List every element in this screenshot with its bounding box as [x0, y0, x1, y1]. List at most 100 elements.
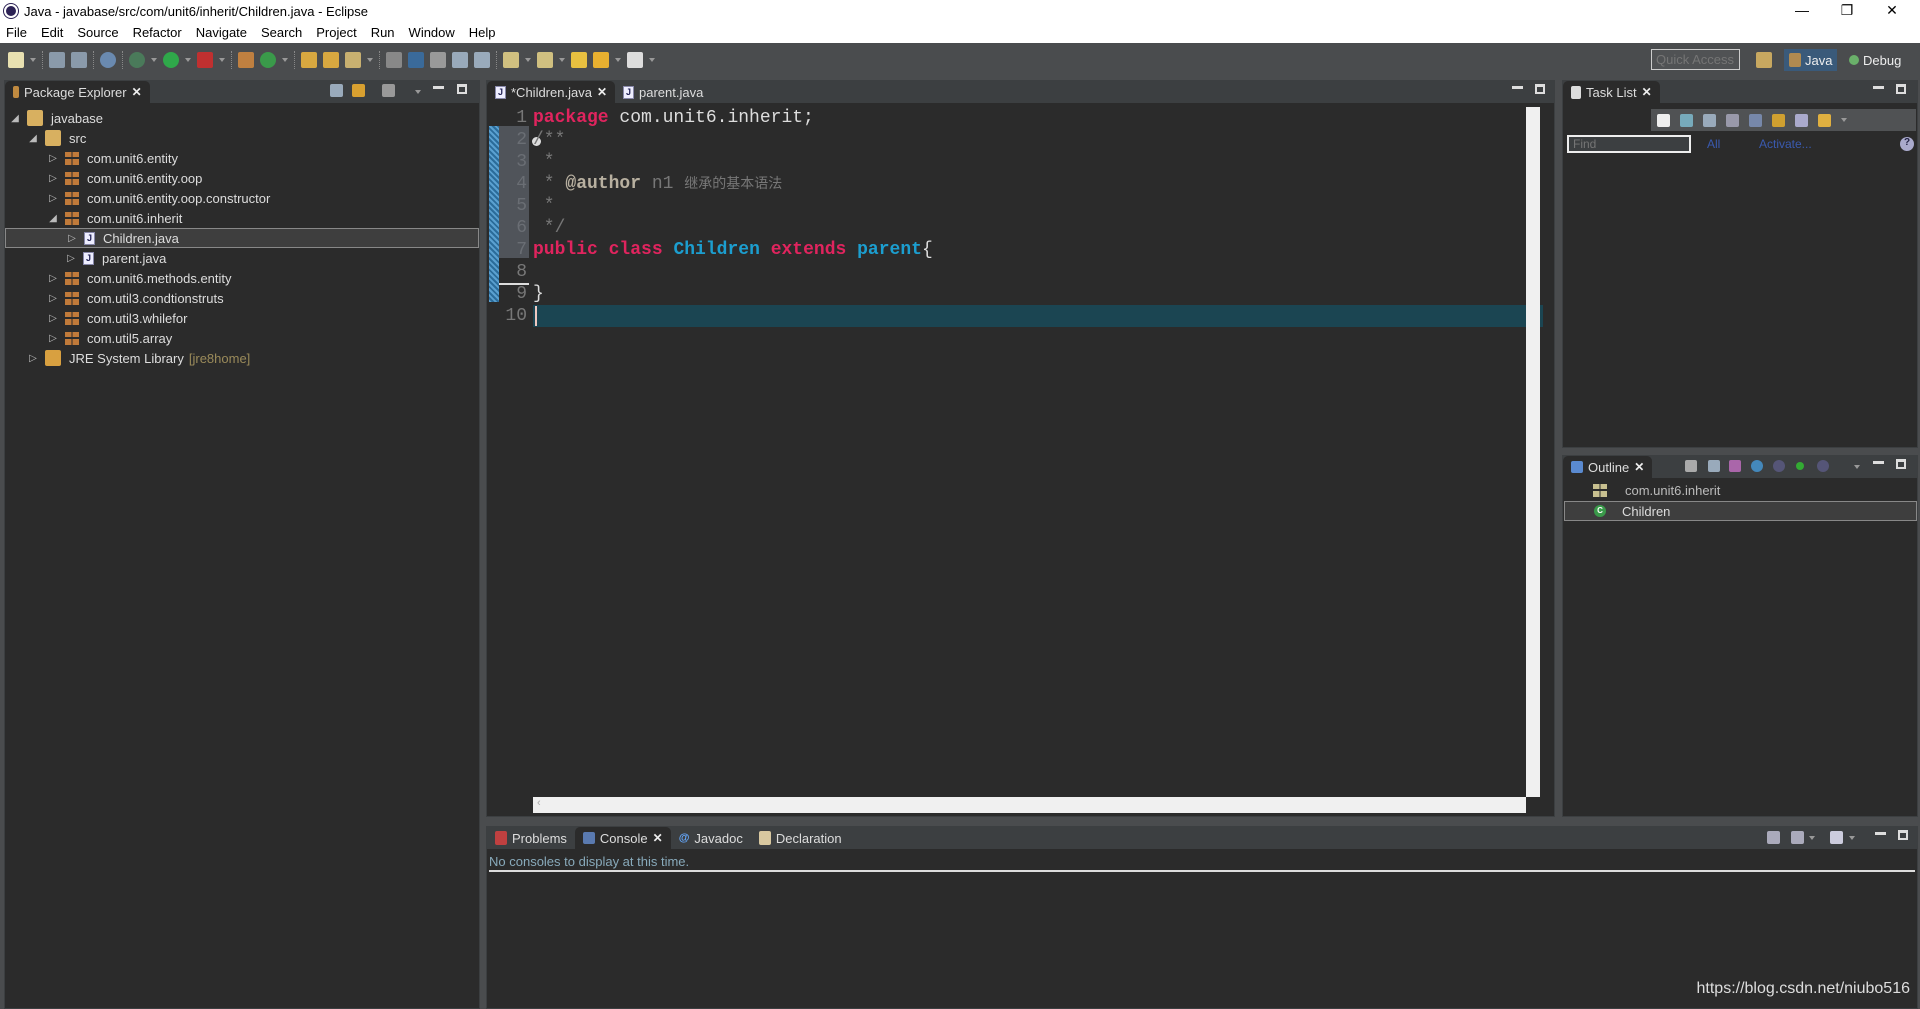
run-dropdown-icon[interactable]	[185, 57, 191, 62]
tab-javadoc[interactable]: @ Javadoc	[671, 827, 751, 849]
expand-icon[interactable]: ▷	[47, 193, 59, 204]
tab-console[interactable]: Console ✕	[574, 827, 671, 849]
open-type-icon[interactable]	[301, 51, 317, 68]
expand-icon[interactable]: ▷	[47, 293, 59, 304]
focus-icon[interactable]	[1685, 460, 1697, 472]
expand-icon[interactable]: ▷	[65, 253, 77, 264]
mark-occurrences-icon[interactable]	[408, 51, 424, 68]
view-menu-icon[interactable]	[1841, 118, 1847, 122]
maximize-icon[interactable]	[1535, 84, 1545, 94]
tab-children-java[interactable]: J *Children.java ✕	[487, 81, 615, 103]
restore-button[interactable]: ❐	[1825, 0, 1869, 22]
maximize-icon[interactable]	[1896, 459, 1906, 469]
collapse-all-icon[interactable]	[330, 84, 343, 97]
close-icon[interactable]: ✕	[597, 85, 607, 99]
new-class-dropdown-icon[interactable]	[282, 57, 288, 62]
collapse-icon[interactable]: ◢	[27, 133, 39, 144]
toggle-breadcrumb-icon[interactable]	[386, 51, 402, 68]
tree-item[interactable]: ▷ com.unit6.entity.oop	[5, 168, 479, 188]
menu-edit[interactable]: Edit	[41, 25, 63, 40]
code-editor[interactable]: 1 package com.unit6.inherit; 2 /** 3 * 4 * @a…	[487, 107, 1527, 797]
skip-breakpoints-icon[interactable]	[100, 51, 116, 68]
new-java-class-icon[interactable]	[260, 51, 276, 68]
open-console-dropdown-icon[interactable]	[1849, 836, 1855, 840]
minimize-icon[interactable]	[433, 86, 444, 89]
maximize-icon[interactable]	[1896, 84, 1906, 94]
focus-on-workweek-icon[interactable]	[1772, 113, 1785, 127]
synchronize-icon[interactable]	[1726, 113, 1739, 127]
new-java-package-icon[interactable]	[238, 51, 254, 68]
minimize-icon[interactable]	[1512, 86, 1523, 89]
expand-icon[interactable]: ▷	[27, 353, 39, 364]
tree-item[interactable]: ▷ JRE System Library [jre8home]	[5, 348, 479, 368]
next-annotation-dropdown-icon[interactable]	[525, 57, 531, 62]
outline-item-package[interactable]: com.unit6.inherit	[1593, 480, 1720, 500]
menu-navigate[interactable]: Navigate	[196, 25, 247, 40]
open-perspective-icon[interactable]	[1756, 52, 1772, 68]
tree-item[interactable]: ▷ com.unit6.methods.entity	[5, 268, 479, 288]
new-dropdown-icon[interactable]	[30, 57, 36, 62]
toggle-block-selection-icon[interactable]	[430, 51, 446, 68]
tab-parent-java[interactable]: J parent.java	[615, 81, 711, 103]
hide-completed-icon[interactable]	[1749, 113, 1762, 127]
menu-search[interactable]: Search	[261, 25, 302, 40]
expand-icon[interactable]: ▷	[47, 273, 59, 284]
debug-dropdown-icon[interactable]	[151, 57, 157, 62]
hide-nonpublic-icon[interactable]	[1796, 462, 1804, 470]
external-tools-dropdown-icon[interactable]	[219, 57, 225, 62]
expand-icon[interactable]: ▷	[47, 313, 59, 324]
tab-declaration[interactable]: Declaration	[751, 827, 850, 849]
paragraph-icon[interactable]	[474, 51, 490, 68]
show-whitespace-icon[interactable]	[452, 51, 468, 68]
expand-icon[interactable]: ▷	[47, 153, 59, 164]
hide-local-types-icon[interactable]	[1817, 460, 1829, 472]
display-console-dropdown-icon[interactable]	[1809, 836, 1815, 840]
all-link[interactable]: All	[1707, 137, 1720, 151]
forward-dropdown-icon[interactable]	[649, 57, 655, 62]
perspective-java[interactable]: Java	[1784, 49, 1838, 71]
collapse-icon[interactable]: ◢	[47, 213, 59, 224]
minimize-icon[interactable]	[1875, 832, 1886, 835]
categorized-icon[interactable]	[1680, 113, 1693, 127]
next-annotation-icon[interactable]	[503, 51, 519, 68]
forward-icon[interactable]	[627, 51, 643, 68]
menu-run[interactable]: Run	[371, 25, 395, 40]
expand-icon[interactable]: ▷	[47, 173, 59, 184]
focus-on-task-icon[interactable]	[382, 84, 395, 97]
activate-link[interactable]: Activate...	[1759, 137, 1812, 151]
close-icon[interactable]: ✕	[653, 831, 663, 845]
sync-icon[interactable]	[1818, 113, 1831, 127]
hide-static-icon[interactable]	[1773, 460, 1785, 472]
perspective-debug[interactable]: Debug	[1844, 49, 1906, 71]
minimize-button[interactable]: —	[1780, 0, 1824, 22]
sort-icon[interactable]	[1729, 460, 1741, 472]
save-all-icon[interactable]	[71, 51, 87, 68]
back-icon[interactable]	[593, 51, 609, 68]
pin-console-icon[interactable]	[1767, 831, 1780, 844]
tree-item[interactable]: ▷ com.util3.whilefor	[5, 308, 479, 328]
hide-fields-icon[interactable]	[1751, 460, 1763, 472]
collapse-all-icon[interactable]	[1708, 460, 1720, 472]
collapse-icon[interactable]: ◢	[9, 113, 21, 124]
minimize-icon[interactable]	[1873, 461, 1884, 464]
tab-package-explorer[interactable]: Package Explorer ✕	[5, 81, 150, 103]
tree-item[interactable]: ▷ com.unit6.entity	[5, 148, 479, 168]
close-icon[interactable]: ✕	[1634, 460, 1644, 474]
menu-refactor[interactable]: Refactor	[133, 25, 182, 40]
menu-file[interactable]: File	[6, 25, 27, 40]
maximize-icon[interactable]	[457, 84, 467, 94]
previous-annotation-icon[interactable]	[537, 51, 553, 68]
tree-item[interactable]: ◢ javabase	[5, 108, 479, 128]
run-icon[interactable]	[163, 51, 179, 68]
vertical-scrollbar[interactable]	[1526, 107, 1540, 797]
previous-annotation-dropdown-icon[interactable]	[559, 57, 565, 62]
close-icon[interactable]: ✕	[132, 85, 142, 99]
close-button[interactable]: ✕	[1870, 0, 1914, 22]
open-console-icon[interactable]	[1830, 831, 1843, 844]
open-task-icon[interactable]	[323, 51, 339, 68]
tree-item[interactable]: ▷ Jparent.java	[5, 248, 479, 268]
help-icon[interactable]: ?	[1900, 137, 1914, 151]
maximize-icon[interactable]	[1898, 830, 1908, 840]
link-with-editor-icon[interactable]	[352, 84, 365, 97]
menu-window[interactable]: Window	[409, 25, 455, 40]
